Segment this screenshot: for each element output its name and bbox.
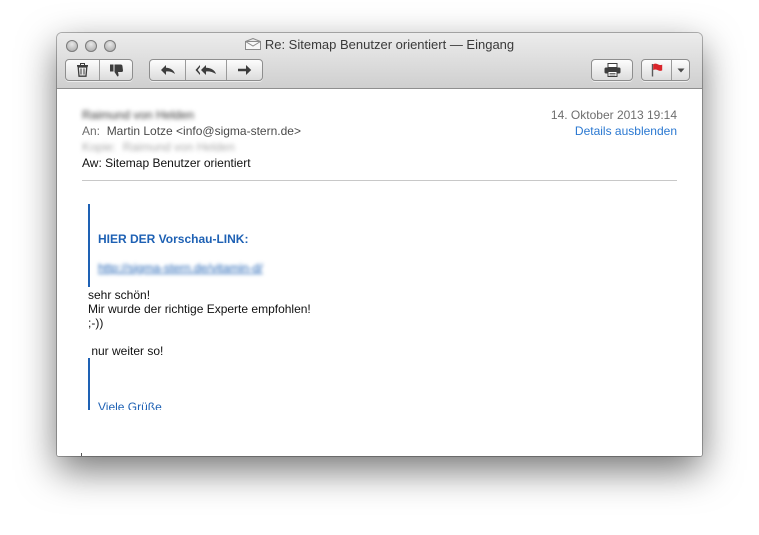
body-line: Mir wurde der richtige Experte empfohlen… <box>88 302 311 316</box>
cc-address[interactable]: Raimund von Helden <box>123 140 235 154</box>
reply-button[interactable] <box>150 60 185 80</box>
print-button[interactable] <box>591 59 633 81</box>
scroll-marker <box>81 453 82 456</box>
message-date: 14. Oktober 2013 19:14 <box>550 108 677 122</box>
content-cutoff <box>57 410 702 456</box>
quote-heading: HIER DER Vorschau-LINK: <box>98 232 249 246</box>
forward-arrow-icon <box>237 64 252 76</box>
trash-icon <box>76 63 89 77</box>
reply-forward-group <box>149 59 263 81</box>
quote-bar <box>88 204 90 287</box>
reply-all-button[interactable] <box>185 60 225 80</box>
red-flag-icon <box>651 63 663 77</box>
flag-dropdown[interactable] <box>671 60 689 80</box>
envelope-icon <box>244 37 261 53</box>
delete-button[interactable] <box>66 60 99 80</box>
title-bar: Re: Sitemap Benutzer orientiert — Eingan… <box>57 33 702 89</box>
body-line: sehr schön! <box>88 288 151 302</box>
delete-junk-group <box>65 59 133 81</box>
reply-all-icon <box>195 64 217 76</box>
thumbs-down-icon <box>109 63 124 77</box>
message-subject: Aw: Sitemap Benutzer orientiert <box>82 156 251 170</box>
print-button-face[interactable] <box>592 60 632 80</box>
cc-label: Kopie: <box>82 140 117 154</box>
reply-icon <box>160 64 176 76</box>
window-title: Re: Sitemap Benutzer orientiert — Eingan… <box>57 37 702 53</box>
flag-menu[interactable] <box>641 59 690 81</box>
sender-name: Raimund von Helden <box>82 108 195 122</box>
recipient-line: An: Martin Lotze <info@sigma-stern.de> <box>82 124 301 138</box>
header-divider <box>82 180 677 181</box>
body-line: nur weiter so! <box>88 344 164 358</box>
body-line <box>88 330 311 344</box>
mail-window: Re: Sitemap Benutzer orientiert — Eingan… <box>57 33 702 456</box>
recipient-address[interactable]: Martin Lotze <info@sigma-stern.de> <box>107 124 301 138</box>
forward-button[interactable] <box>225 60 262 80</box>
recipient-label: An: <box>82 124 101 138</box>
chevron-down-icon <box>677 68 685 73</box>
quote-bar-2 <box>88 358 90 413</box>
printer-icon <box>604 63 621 77</box>
hide-details-link[interactable]: Details ausblenden <box>575 124 677 138</box>
junk-button[interactable] <box>99 60 132 80</box>
cc-line: Kopie: Raimund von Helden <box>82 140 235 154</box>
window-title-text: Re: Sitemap Benutzer orientiert — Eingan… <box>264 37 515 52</box>
preview-link[interactable]: http://sigma-stern.de/vitamin-d/ <box>98 261 263 275</box>
body-line: ;-)) <box>88 316 104 330</box>
flag-button[interactable] <box>642 60 671 80</box>
message-body: sehr schön! Mir wurde der richtige Exper… <box>88 288 311 358</box>
